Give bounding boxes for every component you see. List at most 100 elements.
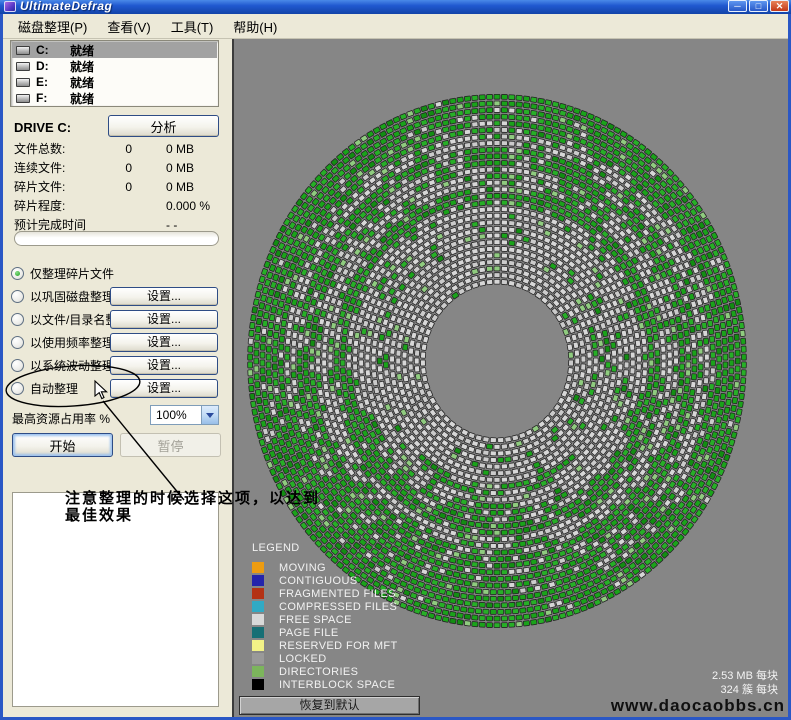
legend-swatch-icon	[252, 653, 264, 664]
legend-swatch-icon	[252, 640, 264, 651]
legend-item: FREE SPACE	[252, 613, 398, 626]
method-label: 自动整理	[30, 380, 78, 397]
window-title: UltimateDefrag	[20, 0, 112, 13]
legend-item: COMPRESSED FILES	[252, 600, 398, 613]
stat-size: 0.000 %	[132, 199, 222, 213]
stat-fragmented-files: 碎片文件: 0 0 MB	[14, 177, 222, 196]
drive-icon	[16, 78, 30, 87]
stat-size: 0 MB	[132, 180, 222, 194]
legend-title: LEGEND	[252, 542, 398, 554]
menu-tools[interactable]: 工具(T)	[162, 15, 223, 38]
legend-label: DIRECTORIES	[279, 666, 358, 678]
resource-usage-select[interactable]: 100%	[150, 405, 219, 425]
stat-total-files: 文件总数: 0 0 MB	[14, 139, 222, 158]
drive-name: E:	[36, 75, 70, 89]
drive-status: 就绪	[70, 90, 94, 107]
settings-button-volatility[interactable]: 设置...	[110, 356, 218, 375]
stat-fragmentation-level: 碎片程度: 0.000 %	[14, 196, 222, 215]
stat-size: 0 MB	[132, 142, 222, 156]
method-label: 以系统波动整理	[30, 357, 114, 374]
legend-label: CONTIGUOUS	[279, 575, 358, 587]
legend-label: COMPRESSED FILES	[279, 601, 397, 613]
drive-list: C: 就绪 D: 就绪 E: 就绪 F: 就绪	[10, 40, 219, 107]
stat-label: 碎片程度:	[14, 197, 106, 214]
legend-item: RESERVED FOR MFT	[252, 639, 398, 652]
restore-defaults-button[interactable]: 恢复到默认	[239, 696, 420, 715]
stat-count: 0	[106, 142, 132, 156]
legend-label: FREE SPACE	[279, 614, 352, 626]
legend-label: PAGE FILE	[279, 627, 339, 639]
drive-row-d[interactable]: D: 就绪	[12, 58, 217, 74]
radio-icon[interactable]	[11, 359, 24, 372]
drive-row-c[interactable]: C: 就绪	[12, 42, 217, 58]
legend-label: FRAGMENTED FILES	[279, 588, 396, 600]
legend-label: INTERBLOCK SPACE	[279, 679, 395, 691]
legend-swatch-icon	[252, 562, 264, 573]
legend-swatch-icon	[252, 627, 264, 638]
legend-label: RESERVED FOR MFT	[279, 640, 398, 652]
settings-button-auto[interactable]: 设置...	[110, 379, 218, 398]
block-size-mb: 2.53 MB 每块	[712, 669, 778, 683]
resource-usage-value: 100%	[151, 408, 201, 422]
legend-item: LOCKED	[252, 652, 398, 665]
maximize-icon[interactable]: □	[749, 0, 768, 12]
block-size-clusters: 324 簇 每块	[712, 683, 778, 697]
drive-icon	[16, 94, 30, 103]
pause-button: 暂停	[120, 433, 221, 457]
stat-label: 碎片文件:	[14, 178, 106, 195]
drive-icon	[16, 46, 30, 55]
drive-row-f[interactable]: F: 就绪	[12, 90, 217, 106]
legend-item: FRAGMENTED FILES	[252, 587, 398, 600]
legend-item: INTERBLOCK SPACE	[252, 678, 398, 691]
minimize-icon[interactable]: ─	[728, 0, 747, 12]
stat-count: 0	[106, 161, 132, 175]
start-button[interactable]: 开始	[12, 433, 113, 457]
drive-name: F:	[36, 91, 70, 105]
drive-name: D:	[36, 59, 70, 73]
analyze-progressbar	[14, 231, 219, 246]
legend-swatch-icon	[252, 614, 264, 625]
radio-icon[interactable]	[11, 313, 24, 326]
legend-swatch-icon	[252, 601, 264, 612]
disk-view-panel: LEGEND MOVINGCONTIGUOUSFRAGMENTED FILESC…	[232, 39, 788, 717]
radio-icon[interactable]	[11, 382, 24, 395]
settings-button-consolidate[interactable]: 设置...	[110, 287, 218, 306]
log-listbox[interactable]	[12, 492, 219, 707]
control-panel: C: 就绪 D: 就绪 E: 就绪 F: 就绪	[3, 39, 232, 717]
drive-icon	[16, 62, 30, 71]
legend: LEGEND MOVINGCONTIGUOUSFRAGMENTED FILESC…	[252, 542, 398, 691]
selected-drive-label: DRIVE C:	[14, 120, 71, 135]
method-fragmented-only[interactable]: 仅整理碎片文件	[11, 263, 224, 283]
settings-button-filename[interactable]: 设置...	[110, 310, 218, 329]
menu-help[interactable]: 帮助(H)	[224, 15, 286, 38]
method-label: 以巩固磁盘整理	[30, 288, 114, 305]
drive-status: 就绪	[70, 58, 94, 75]
resource-usage-label: 最高资源占用率 %	[12, 410, 110, 427]
legend-item: PAGE FILE	[252, 626, 398, 639]
legend-swatch-icon	[252, 575, 264, 586]
analyze-button[interactable]: 分析	[108, 115, 219, 137]
drive-row-e[interactable]: E: 就绪	[12, 74, 217, 90]
settings-button-usage[interactable]: 设置...	[110, 333, 218, 352]
radio-icon[interactable]	[11, 336, 24, 349]
legend-label: MOVING	[279, 562, 326, 574]
chevron-down-icon[interactable]	[201, 406, 218, 424]
method-label: 以使用频率整理	[30, 334, 114, 351]
stat-label: 文件总数:	[14, 140, 106, 157]
legend-item: MOVING	[252, 561, 398, 574]
block-info: 2.53 MB 每块 324 簇 每块	[712, 669, 778, 697]
drive-name: C:	[36, 43, 70, 57]
drive-status: 就绪	[70, 42, 94, 59]
menu-view[interactable]: 查看(V)	[98, 15, 159, 38]
menu-defrag[interactable]: 磁盘整理(P)	[9, 15, 96, 38]
close-icon[interactable]: ✕	[770, 0, 789, 12]
radio-icon[interactable]	[11, 267, 24, 280]
legend-item: DIRECTORIES	[252, 665, 398, 678]
app-window: UltimateDefrag ─ □ ✕ 磁盘整理(P) 查看(V) 工具(T)…	[0, 0, 791, 720]
app-icon	[4, 1, 16, 12]
legend-item: CONTIGUOUS	[252, 574, 398, 587]
radio-icon[interactable]	[11, 290, 24, 303]
legend-swatch-icon	[252, 588, 264, 599]
menu-bar: 磁盘整理(P) 查看(V) 工具(T) 帮助(H)	[3, 14, 788, 39]
drive-status: 就绪	[70, 74, 94, 91]
